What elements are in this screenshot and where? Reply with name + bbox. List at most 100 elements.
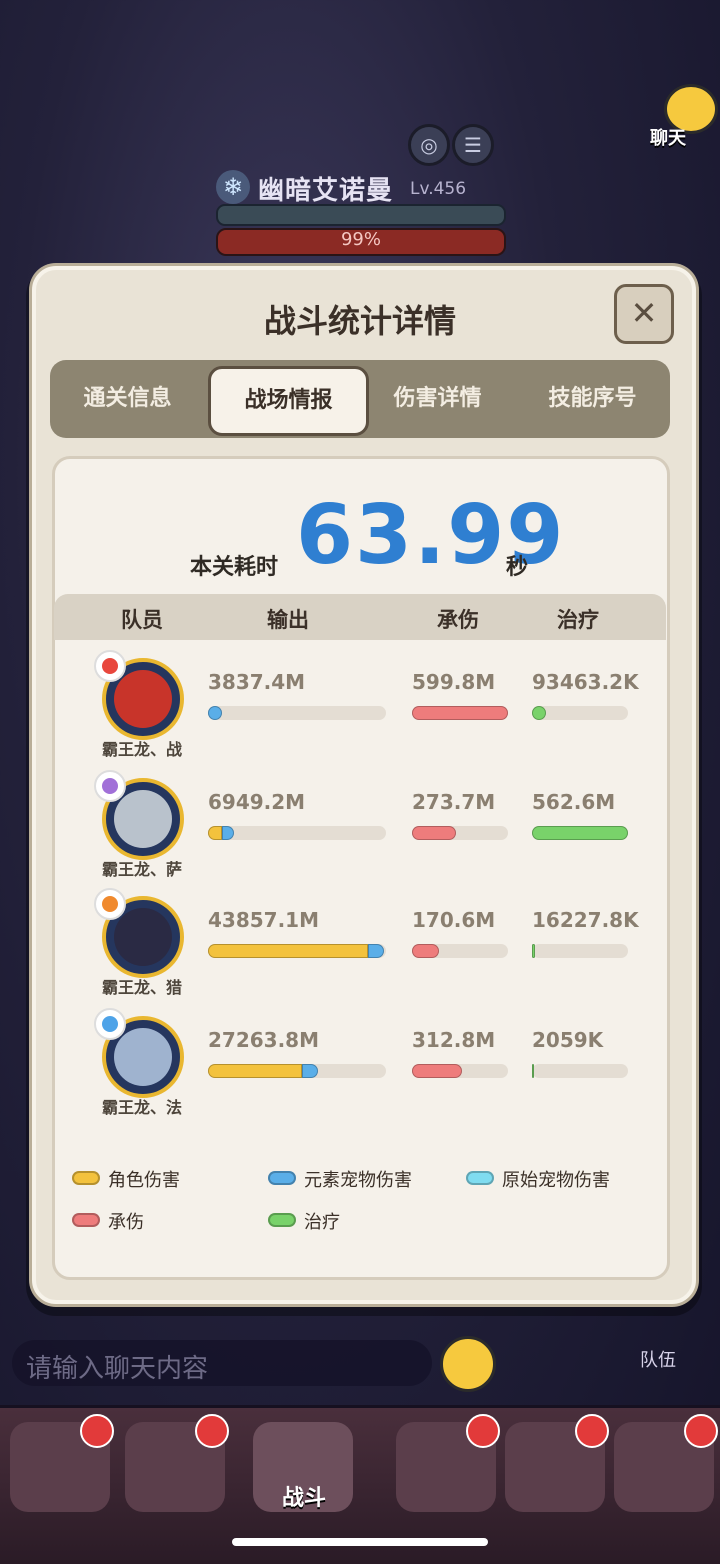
taken-bar bbox=[412, 706, 508, 720]
member-row: 霸王龙、萨 6949.2M 273.7M 562.6M bbox=[54, 770, 666, 888]
element-pet-damage-segment bbox=[222, 826, 234, 840]
legend-label: 角色伤害 bbox=[108, 1170, 180, 1191]
time-label: 本关耗时 bbox=[190, 555, 279, 580]
taken-value: 273.7M bbox=[412, 790, 496, 814]
element-pet-damage-segment bbox=[302, 1064, 318, 1078]
boss-level: Lv.456 bbox=[410, 179, 467, 199]
legend-swatch bbox=[72, 1213, 100, 1227]
heal-fill bbox=[532, 944, 535, 958]
nav-item-character[interactable] bbox=[125, 1414, 229, 1512]
boss-name: 幽暗艾诺曼 bbox=[258, 176, 394, 206]
taken-bar bbox=[412, 944, 508, 958]
taken-fill bbox=[412, 1064, 462, 1078]
time-unit: 秒 bbox=[506, 555, 529, 580]
notification-badge bbox=[684, 1414, 718, 1448]
legend-swatch bbox=[72, 1171, 100, 1185]
member-row: 霸王龙、战 3837.4M 599.8M 93463.2K bbox=[54, 650, 666, 768]
chat-input[interactable]: 请输入聊天内容 bbox=[12, 1340, 432, 1386]
output-value: 3837.4M bbox=[208, 670, 306, 694]
element-pet-damage-segment bbox=[368, 944, 384, 958]
legend: 角色伤害 元素宠物伤害 原始宠物伤害承伤 治疗 bbox=[72, 1168, 652, 1238]
tab-clear-info[interactable]: 通关信息 bbox=[50, 360, 205, 438]
member-name: 霸王龙、猎 bbox=[101, 978, 182, 997]
member-name: 霸王龙、法 bbox=[101, 1098, 182, 1117]
output-bar bbox=[208, 1064, 386, 1078]
heal-value: 562.6M bbox=[532, 790, 616, 814]
header-heal: 治疗 bbox=[557, 608, 599, 632]
target-icon: ◎ bbox=[408, 124, 450, 166]
heal-bar bbox=[532, 944, 628, 958]
element-icon bbox=[94, 650, 126, 682]
heal-value: 93463.2K bbox=[532, 670, 639, 694]
panel-title: 战斗统计详情 bbox=[263, 302, 456, 340]
role-damage-segment bbox=[208, 1064, 302, 1078]
taken-fill bbox=[412, 944, 439, 958]
taken-value: 599.8M bbox=[412, 670, 496, 694]
tab-bar: 通关信息 战场情报 伤害详情 技能序号 bbox=[50, 360, 670, 438]
tab-damage-detail[interactable]: 伤害详情 bbox=[360, 360, 515, 438]
output-bar bbox=[208, 944, 386, 958]
taken-bar bbox=[412, 1064, 508, 1078]
output-value: 43857.1M bbox=[208, 908, 319, 932]
header-output: 输出 bbox=[267, 608, 309, 632]
battle-label: 战斗 bbox=[282, 1486, 327, 1511]
boss-hp-bar bbox=[216, 204, 506, 226]
nav-item-pets[interactable] bbox=[396, 1414, 500, 1512]
heal-fill bbox=[532, 826, 628, 840]
member-name: 霸王龙、战 bbox=[101, 740, 182, 759]
tab-battle-intel[interactable]: 战场情报 bbox=[208, 366, 369, 436]
header-taken: 承伤 bbox=[437, 608, 479, 632]
output-bar bbox=[208, 706, 386, 720]
heal-value: 2059K bbox=[532, 1028, 604, 1052]
role-damage-segment bbox=[208, 944, 368, 958]
nav-item-hero[interactable] bbox=[10, 1414, 114, 1512]
nav-item-shop[interactable] bbox=[505, 1414, 609, 1512]
member-row: 霸王龙、猎 43857.1M 170.6M 16227.8K bbox=[54, 888, 666, 1006]
avatar-portrait bbox=[114, 908, 172, 966]
legend-label: 原始宠物伤害 bbox=[502, 1170, 610, 1191]
taken-bar bbox=[412, 826, 508, 840]
taken-value: 312.8M bbox=[412, 1028, 496, 1052]
element-icon bbox=[94, 770, 126, 802]
notification-badge bbox=[466, 1414, 500, 1448]
taken-fill bbox=[412, 706, 508, 720]
avatar-portrait bbox=[114, 670, 172, 728]
legend-label: 承伤 bbox=[108, 1212, 144, 1233]
legend-swatch bbox=[268, 1213, 296, 1227]
taken-fill bbox=[412, 826, 456, 840]
home-indicator[interactable] bbox=[232, 1538, 488, 1546]
output-bar bbox=[208, 826, 386, 840]
heal-bar bbox=[532, 826, 628, 840]
claw-icon: ☰ bbox=[452, 124, 494, 166]
element-icon bbox=[94, 888, 126, 920]
stats-header: 队员 输出 承伤 治疗 bbox=[54, 594, 666, 640]
legend-label: 元素宠物伤害 bbox=[304, 1170, 412, 1191]
tab-skill-order[interactable]: 技能序号 bbox=[515, 360, 670, 438]
nav-item-guild[interactable] bbox=[614, 1414, 718, 1512]
chat-label: 聊天 bbox=[650, 128, 686, 149]
emoji-button[interactable] bbox=[440, 1336, 496, 1392]
heal-bar bbox=[532, 1064, 628, 1078]
role-damage-segment bbox=[208, 826, 222, 840]
close-button[interactable]: ✕ bbox=[614, 284, 674, 344]
output-value: 27263.8M bbox=[208, 1028, 319, 1052]
heal-fill bbox=[532, 706, 546, 720]
element-pet-damage-segment bbox=[208, 706, 222, 720]
close-icon: ✕ bbox=[630, 294, 658, 332]
heal-fill bbox=[532, 1064, 534, 1078]
output-value: 6949.2M bbox=[208, 790, 306, 814]
team-label: 队伍 bbox=[640, 1350, 676, 1371]
heal-value: 16227.8K bbox=[532, 908, 639, 932]
legend-swatch bbox=[466, 1171, 494, 1185]
boss-rage-text: 99% bbox=[340, 229, 381, 250]
taken-value: 170.6M bbox=[412, 908, 496, 932]
avatar-portrait bbox=[114, 790, 172, 848]
legend-label: 治疗 bbox=[304, 1212, 340, 1233]
snowflake-icon: ❄ bbox=[216, 170, 250, 204]
header-member: 队员 bbox=[121, 608, 163, 632]
heal-bar bbox=[532, 706, 628, 720]
member-row: 霸王龙、法 27263.8M 312.8M 2059K bbox=[54, 1008, 666, 1126]
chat-placeholder: 请输入聊天内容 bbox=[26, 1354, 209, 1384]
element-icon bbox=[94, 1008, 126, 1040]
notification-badge bbox=[575, 1414, 609, 1448]
